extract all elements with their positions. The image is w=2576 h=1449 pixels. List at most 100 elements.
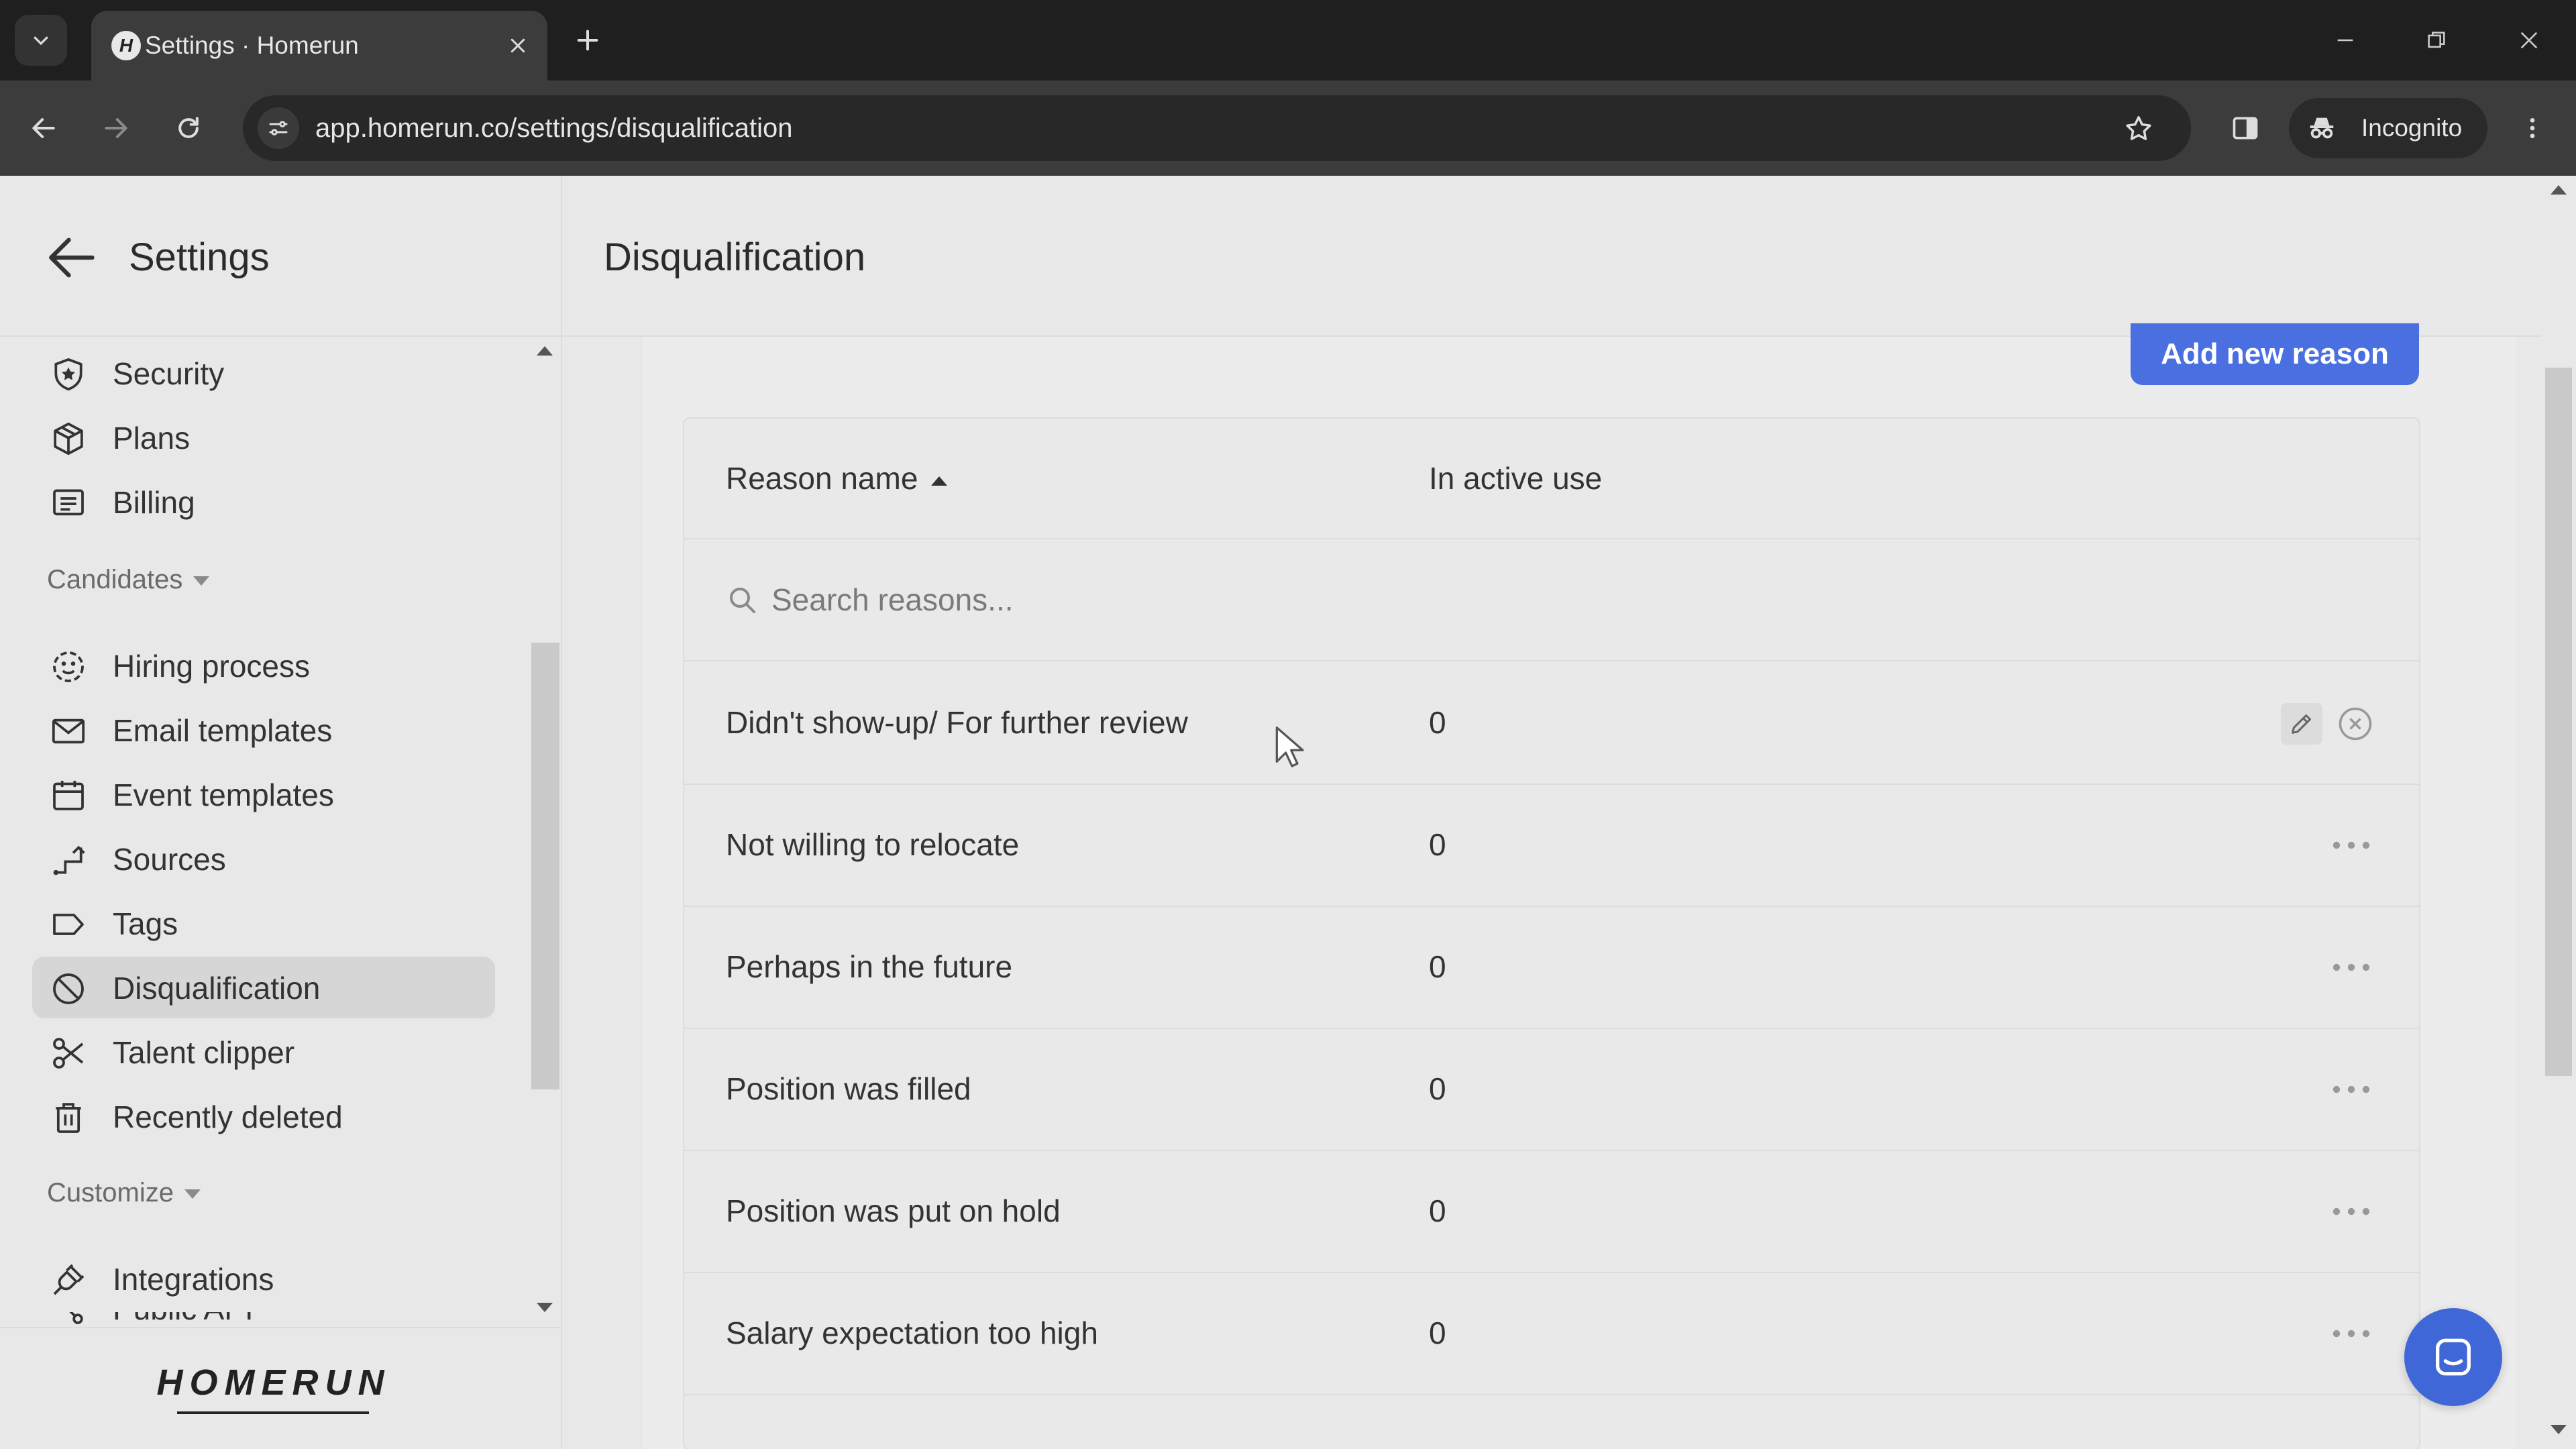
sidebar-section-customize[interactable]: Customize: [47, 1175, 201, 1210]
add-new-reason-button[interactable]: Add new reason: [2131, 323, 2419, 385]
caret-down-icon: [193, 576, 210, 586]
box-icon: [54, 422, 83, 455]
incognito-icon: [2310, 117, 2334, 139]
page-title: Disqualification: [604, 235, 866, 279]
sidebar-item-sources[interactable]: Sources: [32, 828, 495, 890]
row-more-button[interactable]: [2328, 1071, 2375, 1108]
browser-menu-button[interactable]: [2509, 105, 2556, 152]
sidebar-item-label: Sources: [113, 842, 226, 877]
bookmark-button[interactable]: [2118, 109, 2159, 149]
tab-close-button[interactable]: [500, 28, 535, 63]
search-reasons-input[interactable]: [771, 578, 1845, 621]
close-icon: [2520, 32, 2538, 49]
sidebar-item-tags[interactable]: Tags: [32, 892, 495, 954]
reason-name: Not willing to relocate: [726, 827, 1020, 862]
more-horizontal-icon: [2332, 1085, 2370, 1093]
scissors-icon: [53, 1038, 84, 1069]
ban-icon: [53, 973, 84, 1004]
sidebar-item-talent-clipper[interactable]: Talent clipper: [32, 1021, 495, 1083]
shield-star-icon: [54, 358, 83, 391]
address-bar[interactable]: app.homerun.co/settings/disqualification: [243, 95, 2191, 161]
sidebar-item-security[interactable]: Security: [32, 342, 495, 404]
row-more-button[interactable]: [2328, 826, 2375, 864]
browser-toolbar: app.homerun.co/settings/disqualification…: [0, 80, 2576, 176]
sidebar-item-billing[interactable]: Billing: [32, 471, 495, 533]
sidebar-item-label: Recently deleted: [113, 1099, 343, 1134]
reason-count: 0: [1429, 949, 1446, 984]
kebab-menu-icon: [2530, 118, 2535, 138]
arrow-right-icon: [105, 118, 127, 138]
main-scroll-thumb[interactable]: [2545, 368, 2572, 1076]
mouse-cursor-icon: [1275, 727, 1304, 767]
back-button[interactable]: [20, 105, 67, 152]
new-tab-button[interactable]: [568, 20, 608, 60]
sidebar-item-integrations[interactable]: Integrations: [32, 1248, 495, 1309]
sidebar-item-event-templates[interactable]: Event templates: [32, 763, 495, 825]
tab-search-button[interactable]: [15, 15, 67, 66]
table-header: Reason name In active use: [684, 419, 2419, 539]
chat-launcher-button[interactable]: [2404, 1308, 2502, 1406]
sidebar-scroll-up-arrow[interactable]: [537, 346, 553, 356]
homerun-favicon-icon: H: [111, 31, 141, 60]
pencil-icon: [2292, 714, 2311, 734]
forward-button[interactable]: [93, 105, 140, 152]
reason-name: Perhaps in the future: [726, 949, 1013, 984]
tag-icon: [53, 914, 84, 935]
sidebar-item-recently-deleted[interactable]: Recently deleted: [32, 1085, 495, 1147]
sidebar-item-label: Billing: [113, 485, 195, 520]
table-row[interactable]: Didn't show-up/ For further review 0: [684, 663, 2419, 785]
back-arrow-icon[interactable]: [43, 229, 99, 286]
edit-reason-button[interactable]: [2281, 703, 2322, 745]
table-row[interactable]: Perhaps in the future 0: [684, 907, 2419, 1029]
reason-count: 0: [1429, 705, 1446, 740]
reason-count: 0: [1429, 827, 1446, 862]
receipt-icon: [53, 489, 84, 516]
window-minimize-button[interactable]: [2324, 19, 2367, 62]
sort-ascending-icon: [931, 476, 948, 486]
row-more-button[interactable]: [2328, 1315, 2375, 1352]
homerun-logo: HOMERUN: [156, 1362, 391, 1403]
sidebar-scroll-down-arrow[interactable]: [537, 1303, 553, 1312]
reason-count: 0: [1429, 1071, 1446, 1106]
reason-name: Position was put on hold: [726, 1193, 1061, 1228]
table-row[interactable]: Position was put on hold 0: [684, 1151, 2419, 1273]
row-more-button[interactable]: [2328, 949, 2375, 986]
main-scroll-up-arrow[interactable]: [2551, 185, 2567, 195]
sidebar-item-label: Public API: [113, 1312, 254, 1327]
sidebar-item-disqualification[interactable]: Disqualification: [32, 957, 495, 1018]
process-circle-icon: [53, 651, 84, 682]
api-icon: [69, 1312, 83, 1324]
sidebar-item-plans[interactable]: Plans: [32, 407, 495, 468]
site-info-button[interactable]: [258, 107, 299, 149]
side-panel-button[interactable]: [2222, 105, 2269, 152]
sidebar-item-label: Event templates: [113, 777, 334, 812]
sidebar-scroll-thumb[interactable]: [531, 643, 559, 1089]
column-header-reason-name[interactable]: Reason name: [726, 459, 948, 498]
row-more-button[interactable]: [2328, 1193, 2375, 1230]
sidebar-item-email-templates[interactable]: Email templates: [32, 699, 495, 761]
caret-down-icon: [184, 1189, 201, 1199]
main-header: Disqualification: [562, 176, 2541, 337]
sidebar-item-hiring-process[interactable]: Hiring process: [32, 635, 495, 696]
remove-reason-button[interactable]: [2334, 703, 2376, 745]
browser-tab-active[interactable]: H Settings · Homerun: [91, 11, 547, 80]
window-close-button[interactable]: [2508, 19, 2551, 62]
sidebar-item-public-api[interactable]: Public API: [32, 1312, 495, 1327]
calendar-icon: [53, 780, 84, 810]
main-scroll-down-arrow[interactable]: [2551, 1425, 2567, 1434]
table-row[interactable]: Not willing to relocate 0: [684, 785, 2419, 907]
incognito-indicator[interactable]: Incognito: [2289, 98, 2487, 158]
sidebar-section-candidates[interactable]: Candidates: [47, 562, 210, 597]
reload-button[interactable]: [165, 105, 212, 152]
sidebar-nav: Security Plans Billing Candidates Hiring…: [0, 337, 561, 1449]
more-horizontal-icon: [2332, 963, 2370, 971]
plug-icon: [53, 1264, 85, 1295]
table-row[interactable]: Position was filled 0: [684, 1029, 2419, 1151]
table-row[interactable]: Salary expectation too high 0: [684, 1273, 2419, 1395]
window-restore-button[interactable]: [2415, 19, 2458, 62]
reason-count: 0: [1429, 1316, 1446, 1350]
tab-title: Settings · Homerun: [145, 32, 359, 59]
incognito-label: Incognito: [2361, 114, 2463, 142]
reasons-table: Reason name In active use Didn't show-up…: [683, 417, 2420, 1449]
sidebar-item-label: Tags: [113, 906, 178, 941]
